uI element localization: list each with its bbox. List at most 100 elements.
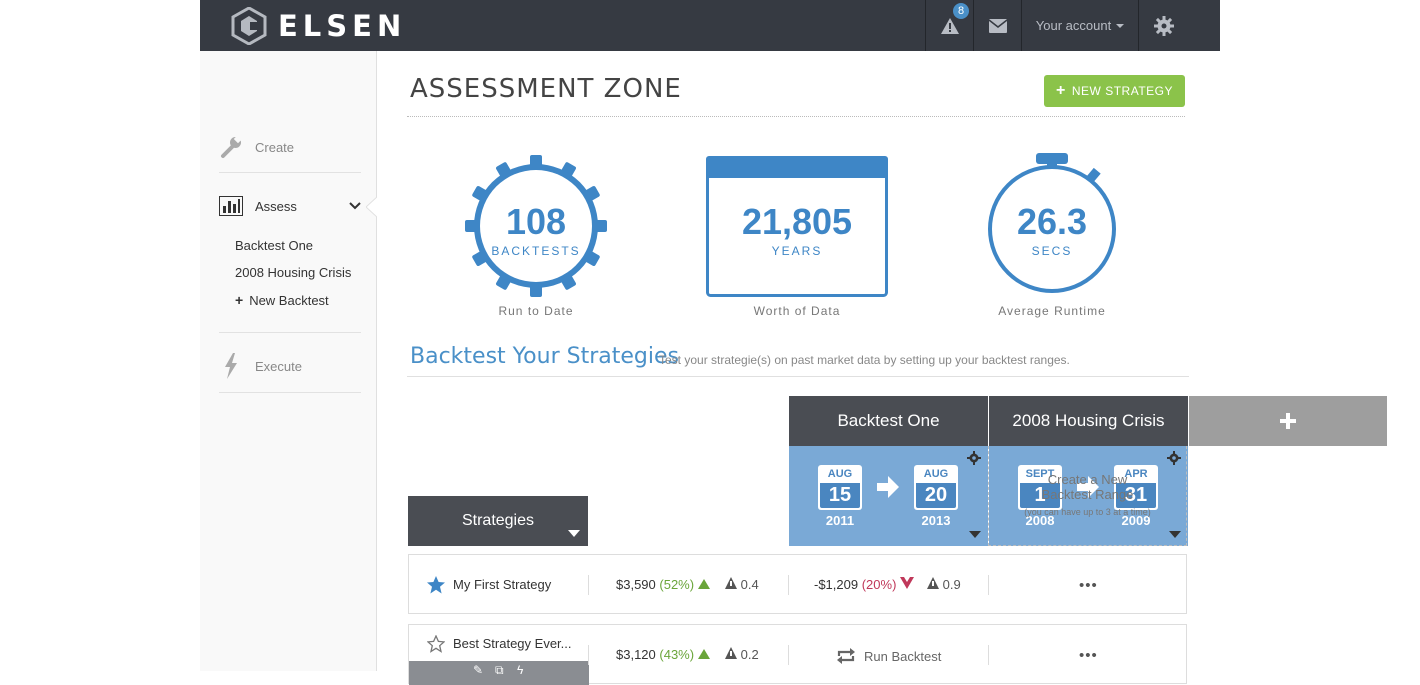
add-backtest-button[interactable]	[1189, 396, 1387, 446]
account-label: Your account	[1035, 18, 1112, 33]
chevron-down-icon[interactable]	[349, 202, 361, 210]
backtest-2-result: -$1,209 (20%)	[814, 577, 915, 592]
end-date[interactable]: AUG 20	[914, 465, 958, 510]
star-filled-icon[interactable]	[427, 576, 445, 594]
active-pointer-icon	[366, 196, 378, 218]
backtest-1-result: $3,120 (43%)	[616, 647, 710, 662]
alerts-button[interactable]: 8	[925, 0, 973, 51]
sidebar-backtest-1[interactable]: Backtest One	[235, 238, 313, 253]
new-strategy-button[interactable]: + NEW STRATEGY	[1044, 75, 1185, 107]
sidebar-backtest-2[interactable]: 2008 Housing Crisis	[235, 265, 351, 280]
start-date[interactable]: AUG 15	[818, 465, 862, 510]
divider	[788, 575, 789, 595]
strategies-label: Strategies	[461, 512, 535, 529]
top-navbar: ELSEN 8 Your account	[200, 0, 1220, 51]
alerts-count-badge: 8	[953, 3, 969, 19]
end-year: 2013	[921, 513, 951, 528]
result-percent: (20%)	[861, 577, 897, 592]
chevron-down-icon	[1116, 23, 1125, 28]
result-percent: (52%)	[659, 577, 695, 592]
divider	[219, 172, 361, 173]
plus-icon: +	[1056, 82, 1066, 99]
gear-icon[interactable]	[967, 451, 981, 465]
result-percent: (43%)	[659, 647, 695, 662]
end-month: AUG	[923, 468, 949, 480]
start-day: 15	[820, 483, 860, 508]
plus-icon	[1280, 413, 1296, 429]
account-menu[interactable]: Your account	[1021, 0, 1138, 51]
messages-button[interactable]	[973, 0, 1021, 51]
sidebar-new-backtest[interactable]: + New Backtest	[235, 292, 329, 308]
divider	[988, 645, 989, 665]
backtest-1-risk: 0.2	[725, 647, 759, 662]
run-backtest-label: Run Backtest	[864, 648, 942, 664]
arrow-up-icon	[697, 579, 710, 589]
create-note: (you can have up to 3 at a time)	[1024, 507, 1151, 517]
sidebar-item-execute[interactable]: Execute	[219, 353, 361, 379]
stat-caption: Average Runtime	[998, 304, 1106, 318]
create-backtest-range[interactable]: Create a New Backtest Range (you can hav…	[988, 446, 1187, 546]
bar-chart-icon	[219, 196, 243, 216]
envelope-icon	[988, 18, 1007, 33]
caret-down-icon[interactable]	[568, 530, 580, 537]
divider	[588, 575, 589, 595]
stat-value: 26.3	[1016, 201, 1088, 242]
end-day: 20	[916, 483, 956, 508]
risk-value: 0.4	[740, 577, 759, 592]
backtest-header-2[interactable]: 2008 Housing Crisis	[989, 396, 1188, 446]
run-backtest-button[interactable]: Run Backtest	[836, 647, 941, 665]
more-options-icon[interactable]: •••	[1079, 577, 1098, 594]
arrow-right-icon	[877, 476, 899, 498]
settings-button[interactable]	[1138, 0, 1188, 51]
arrow-up-icon	[697, 649, 710, 659]
stat-runtime: 26.3 SECS Average Runtime	[952, 151, 1152, 331]
stat-unit: SECS	[1031, 244, 1073, 258]
strategy-name[interactable]: Best Strategy Ever...	[453, 636, 572, 651]
stat-years: 21,805 YEARS Worth of Data	[697, 151, 897, 331]
repeat-icon	[837, 648, 855, 664]
divider	[407, 116, 1185, 117]
new-backtest-label: New Backtest	[249, 292, 329, 308]
result-value: -$1,209	[814, 577, 859, 592]
risk-icon	[927, 577, 939, 589]
section-title: Backtest Your Strategies	[410, 344, 679, 369]
strategy-row[interactable]: Best Strategy Ever... ✎ ⧉ ϟ $3,120 (43%)…	[408, 624, 1187, 685]
backtest-2-risk: 0.9	[927, 577, 961, 592]
risk-value: 0.9	[942, 577, 961, 592]
gear-icon	[1153, 15, 1174, 36]
backtest-1-risk: 0.4	[725, 577, 759, 592]
divider	[588, 645, 589, 665]
caret-down-icon[interactable]	[969, 531, 981, 538]
new-strategy-label: NEW STRATEGY	[1071, 84, 1173, 98]
stat-unit: YEARS	[771, 244, 823, 258]
strategy-row[interactable]: My First Strategy $3,590 (52%) 0.4 -$1,2…	[408, 554, 1187, 614]
arrow-down-icon	[900, 577, 915, 589]
wrench-icon	[221, 135, 243, 158]
section-subtitle: Test your strategie(s) on past market da…	[659, 353, 1070, 367]
elsen-logo-icon	[231, 7, 267, 45]
stat-caption: Worth of Data	[753, 304, 841, 318]
sidebar-item-assess[interactable]: Assess	[219, 193, 361, 219]
app-root: ELSEN 8 Your account Create Assess Backt…	[200, 0, 1387, 685]
backtest-header-1[interactable]: Backtest One	[789, 396, 988, 446]
stat-unit: BACKTESTS	[491, 244, 581, 258]
strategy-toolbar: ✎ ⧉ ϟ	[409, 661, 589, 685]
lightning-icon[interactable]: ϟ	[517, 663, 523, 677]
start-year: 2011	[825, 513, 855, 528]
sidebar-item-label: Create	[255, 139, 295, 155]
star-outline-icon[interactable]	[427, 635, 445, 653]
result-value: $3,590	[616, 577, 656, 592]
more-options-icon[interactable]: •••	[1079, 647, 1098, 664]
start-month: AUG	[827, 468, 853, 480]
brand-logo[interactable]: ELSEN	[230, 6, 406, 46]
sidebar-item-label: Assess	[255, 198, 297, 214]
backtest-range-1[interactable]: AUG 15 2011 AUG 20 2013	[789, 446, 988, 546]
strategy-name[interactable]: My First Strategy	[453, 577, 551, 592]
divider	[788, 645, 789, 665]
strategies-header[interactable]: Strategies	[408, 496, 588, 546]
sidebar-item-create[interactable]: Create	[219, 134, 361, 160]
result-value: $3,120	[616, 647, 656, 662]
stat-value: 108	[505, 201, 567, 242]
brand-name: ELSEN	[278, 9, 407, 43]
edit-icon[interactable]: ✎	[473, 663, 483, 677]
